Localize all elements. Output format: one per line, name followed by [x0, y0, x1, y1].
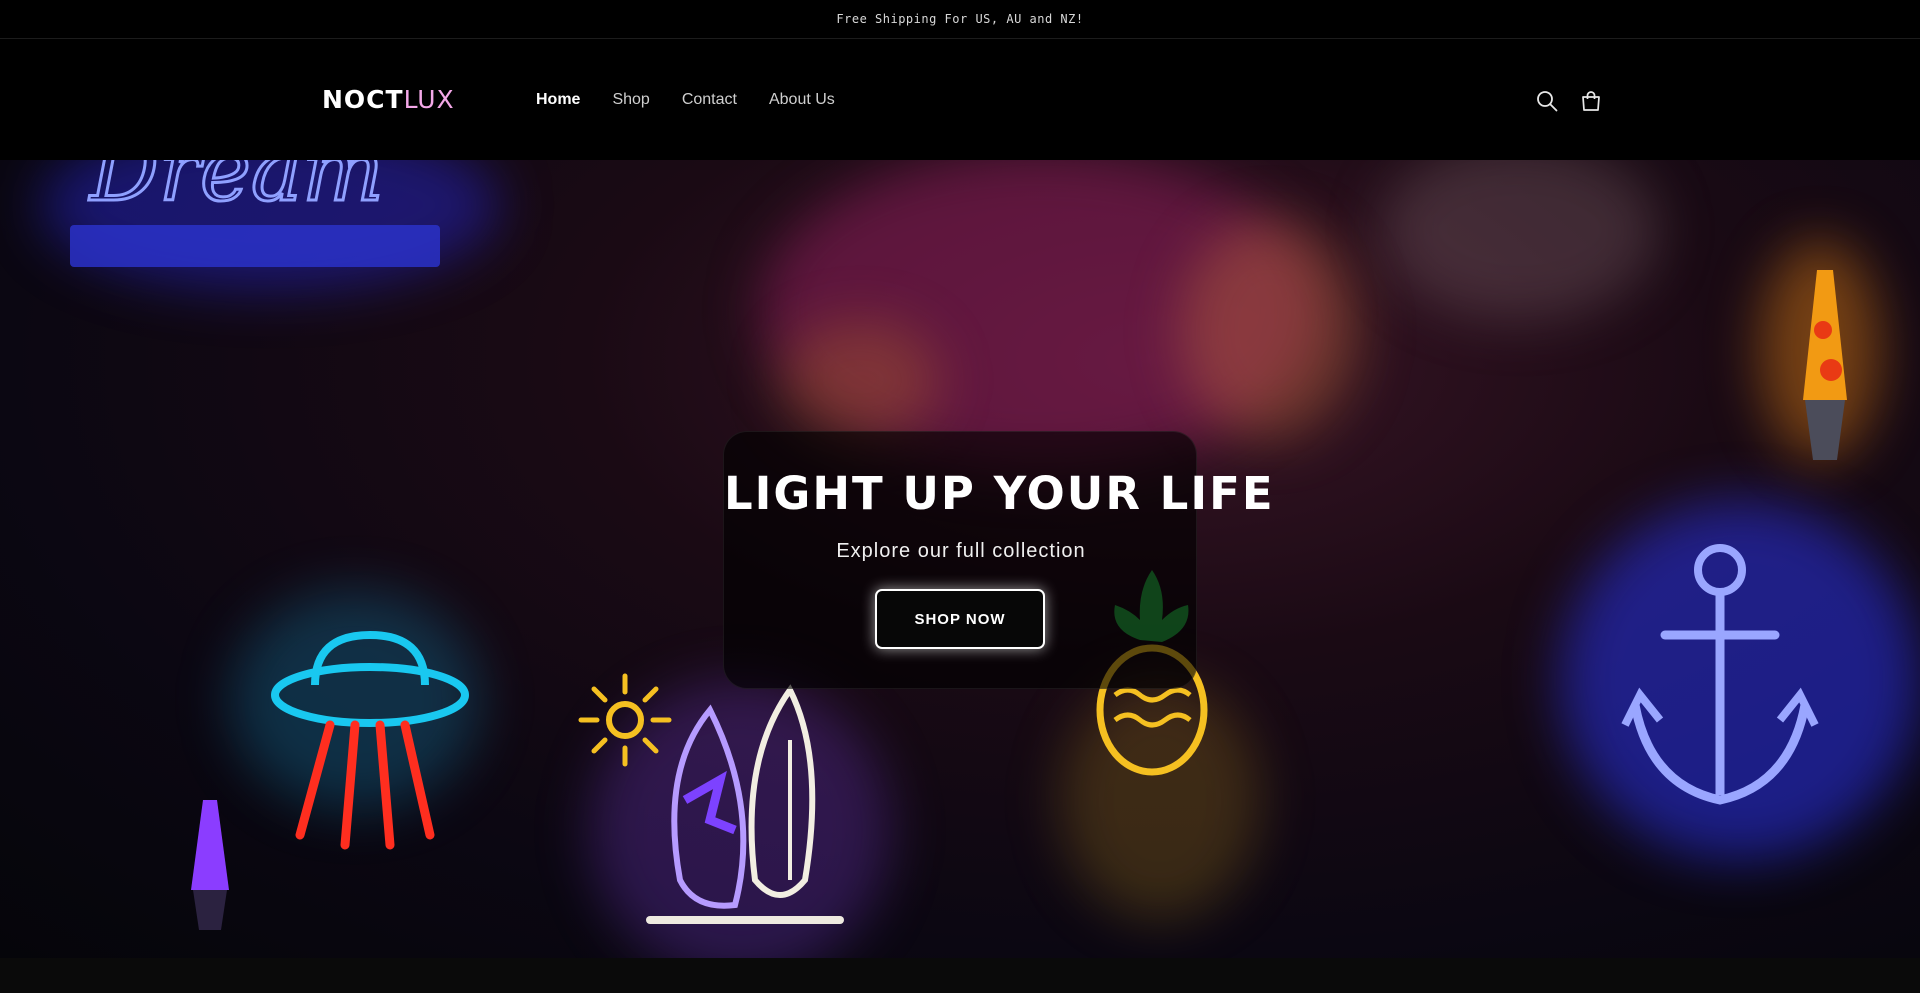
hero-subtitle: Explore our full collection: [836, 540, 1086, 562]
anchor-neon-sign: [1621, 544, 1819, 805]
site-logo[interactable]: NOCTLUX: [322, 85, 455, 115]
nav-home[interactable]: Home: [520, 88, 596, 112]
announcement-bar: Free Shipping For US, AU and NZ!: [0, 0, 1920, 39]
page-bottom-strip: [0, 958, 1920, 993]
nav-about-us[interactable]: About Us: [753, 88, 851, 112]
logo-text-noct: NOCT: [322, 85, 404, 114]
logo-text-lux: LUX: [403, 85, 455, 114]
search-button[interactable]: [1531, 85, 1563, 117]
ufo-neon-sign: [271, 630, 469, 850]
cart-button[interactable]: [1575, 85, 1607, 117]
announcement-text: Free Shipping For US, AU and NZ!: [836, 12, 1084, 26]
nav-contact[interactable]: Contact: [666, 88, 753, 112]
lava-lamp: [1803, 270, 1847, 460]
hero-banner: Dream LIGHT UP YOUR LIFE Explore our ful…: [0, 160, 1920, 958]
site-header: NOCTLUX Home Shop Contact About Us: [0, 39, 1920, 160]
hero-card: LIGHT UP YOUR LIFE Explore our full coll…: [723, 431, 1275, 689]
main-nav: Home Shop Contact About Us: [520, 88, 851, 112]
search-icon: [1537, 91, 1558, 112]
surfboards-neon-sign: [646, 684, 844, 924]
dream-neon-sign: Dream: [70, 160, 440, 267]
cart-icon: [1582, 91, 1600, 111]
hero-title: LIGHT UP YOUR LIFE: [724, 467, 1275, 520]
shop-now-button[interactable]: SHOP NOW: [875, 589, 1045, 649]
purple-lava-lamp: [191, 800, 229, 930]
nav-shop[interactable]: Shop: [596, 88, 665, 112]
svg-text:Dream: Dream: [88, 160, 384, 221]
